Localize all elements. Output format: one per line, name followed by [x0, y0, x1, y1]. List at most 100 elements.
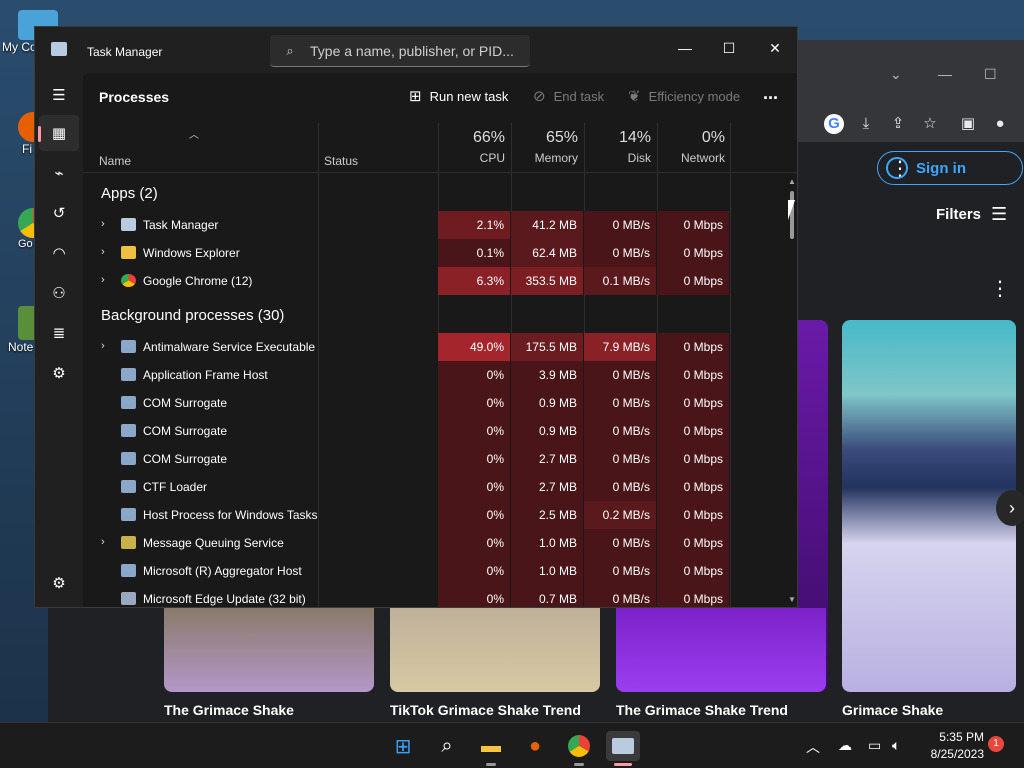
- volume-icon[interactable]: 🔈︎: [892, 737, 900, 754]
- nav-services-icon[interactable]: ⚙: [39, 355, 79, 391]
- nav-startup-apps-icon[interactable]: ◠: [39, 235, 79, 271]
- task-manager-taskbar-icon[interactable]: [606, 731, 640, 761]
- video-title[interactable]: The Grimace Shake: [164, 702, 294, 718]
- cpu-cell: 0%: [438, 361, 510, 389]
- scroll-up-arrow-icon[interactable]: ▲: [788, 177, 796, 186]
- end-task-button[interactable]: ⊘ End task: [533, 87, 604, 105]
- memory-cell: 1.0 MB: [511, 557, 583, 585]
- vertical-scrollbar[interactable]: ▲ ▼: [785, 173, 797, 607]
- video-thumbnail[interactable]: [616, 608, 826, 692]
- file-explorer-icon[interactable]: ▬: [476, 731, 506, 761]
- app-window-icon: [121, 368, 136, 381]
- column-header-status[interactable]: Status: [324, 154, 358, 168]
- process-list: Apps (2) › Task Manager 2.1% 41.2 MB 0 M…: [83, 173, 783, 607]
- video-thumbnail[interactable]: [164, 608, 374, 692]
- chevron-right-icon[interactable]: ›: [101, 340, 105, 352]
- efficiency-mode-button[interactable]: ❦ Efficiency mode: [628, 87, 740, 105]
- nav-app-history-icon[interactable]: ↺: [39, 195, 79, 231]
- video-thumbnail[interactable]: [842, 320, 1016, 692]
- nav-processes-icon[interactable]: ▦: [38, 115, 79, 151]
- window-title: Task Manager: [87, 45, 163, 59]
- column-header-memory[interactable]: 65% Memory: [523, 129, 578, 165]
- app-window-icon: [121, 480, 136, 493]
- network-icon[interactable]: ▭: [868, 737, 881, 754]
- column-header-network[interactable]: 0% Network: [663, 129, 725, 165]
- network-cell: 0 Mbps: [657, 501, 729, 529]
- memory-total-pct: 65%: [545, 129, 578, 146]
- chevron-right-icon[interactable]: ›: [101, 246, 105, 258]
- chevron-right-icon[interactable]: ›: [101, 218, 105, 230]
- table-row[interactable]: Microsoft (R) Aggregator Host 0% 1.0 MB …: [83, 557, 783, 585]
- nav-performance-icon[interactable]: ⌁: [39, 155, 79, 191]
- table-row[interactable]: COM Surrogate 0% 0.9 MB 0 MB/s 0 Mbps: [83, 389, 783, 417]
- search-input[interactable]: [310, 42, 520, 59]
- maximize-button[interactable]: ☐: [706, 33, 752, 63]
- sign-in-button[interactable]: Sign in: [877, 151, 1023, 185]
- video-title[interactable]: Grimace Shake: [842, 702, 943, 718]
- maximize-icon[interactable]: ☐: [984, 66, 997, 83]
- table-row[interactable]: Application Frame Host 0% 3.9 MB 0 MB/s …: [83, 361, 783, 389]
- process-name: Microsoft (R) Aggregator Host: [143, 564, 302, 578]
- process-name: Antimalware Service Executable: [143, 340, 316, 354]
- disk-cell: 0.2 MB/s: [584, 501, 656, 529]
- close-button[interactable]: ✕: [752, 33, 797, 63]
- scroll-down-arrow-icon[interactable]: ▼: [788, 595, 796, 604]
- column-header-name[interactable]: Name: [99, 154, 131, 168]
- chevron-right-icon[interactable]: ›: [101, 536, 105, 548]
- filters-label: Filters: [936, 206, 982, 223]
- disk-cell: 0 MB/s: [584, 473, 656, 501]
- notification-badge[interactable]: 1: [988, 736, 1004, 752]
- search-icon[interactable]: ⌕: [432, 731, 462, 761]
- table-row[interactable]: › Antimalware Service Executable 49.0% 1…: [83, 333, 783, 361]
- filters-button[interactable]: Filters ☰: [936, 204, 1007, 225]
- search-box[interactable]: ⌕: [270, 35, 530, 67]
- chrome-icon: [121, 274, 136, 287]
- more-options-icon[interactable]: ⋮: [990, 276, 1010, 301]
- chevron-up-icon[interactable]: ︿: [806, 737, 820, 757]
- table-row[interactable]: › Windows Explorer 0.1% 62.4 MB 0 MB/s 0…: [83, 239, 783, 267]
- share-icon[interactable]: ⇪: [888, 114, 908, 134]
- chrome-icon[interactable]: [564, 731, 594, 761]
- video-title[interactable]: TikTok Grimace Shake Trend: [390, 702, 581, 718]
- table-row[interactable]: COM Surrogate 0% 0.9 MB 0 MB/s 0 Mbps: [83, 417, 783, 445]
- table-row[interactable]: › Message Queuing Service 0% 1.0 MB 0 MB…: [83, 529, 783, 557]
- table-row[interactable]: COM Surrogate 0% 2.7 MB 0 MB/s 0 Mbps: [83, 445, 783, 473]
- table-row[interactable]: › Google Chrome (12) 6.3% 353.5 MB 0.1 M…: [83, 267, 783, 295]
- chevron-right-icon[interactable]: ›: [101, 274, 105, 286]
- table-row[interactable]: › Task Manager 2.1% 41.2 MB 0 MB/s 0 Mbp…: [83, 211, 783, 239]
- bookmark-star-icon[interactable]: ☆: [920, 114, 940, 134]
- google-icon[interactable]: G: [824, 114, 844, 134]
- cpu-cell: 0%: [438, 417, 510, 445]
- more-options-button[interactable]: ...: [763, 83, 778, 104]
- table-row[interactable]: Microsoft Edge Update (32 bit) 0% 0.7 MB…: [83, 585, 783, 607]
- onedrive-cloud-icon[interactable]: ☁: [838, 737, 852, 754]
- run-new-task-button[interactable]: ⊞ Run new task: [409, 87, 508, 105]
- nav-users-icon[interactable]: ⚇: [39, 275, 79, 311]
- minimize-icon[interactable]: —: [938, 66, 952, 82]
- download-icon[interactable]: ⤓: [856, 114, 876, 134]
- nav-details-icon[interactable]: ≣: [39, 315, 79, 351]
- firefox-icon[interactable]: ●: [520, 731, 550, 761]
- video-thumbnail[interactable]: [390, 608, 600, 692]
- clock[interactable]: 5:35 PM 8/25/2023: [920, 729, 984, 763]
- network-cell: 0 Mbps: [657, 211, 729, 239]
- table-row[interactable]: Host Process for Windows Tasks 0% 2.5 MB…: [83, 501, 783, 529]
- disk-cell: 0 MB/s: [584, 211, 656, 239]
- network-cell: 0 Mbps: [657, 389, 729, 417]
- hamburger-menu-icon[interactable]: ☰: [39, 77, 79, 113]
- side-panel-icon[interactable]: ▣: [958, 114, 978, 134]
- page-title: Processes: [99, 89, 170, 105]
- process-name: Windows Explorer: [143, 246, 240, 260]
- cpu-cell: 0.1%: [438, 239, 510, 267]
- start-windows-icon[interactable]: ⊞: [388, 731, 418, 761]
- column-header-disk[interactable]: 14% Disk: [597, 129, 651, 165]
- video-title[interactable]: The Grimace Shake Trend: [616, 702, 788, 718]
- chevron-right-icon[interactable]: ›: [996, 490, 1024, 526]
- table-row[interactable]: CTF Loader 0% 2.7 MB 0 MB/s 0 Mbps: [83, 473, 783, 501]
- chevron-down-icon[interactable]: ⌄: [890, 66, 902, 83]
- minimize-button[interactable]: —: [662, 33, 708, 63]
- clock-time: 5:35 PM: [939, 730, 984, 744]
- column-header-cpu[interactable]: 66% CPU: [451, 129, 505, 165]
- nav-settings-icon[interactable]: ⚙: [39, 565, 79, 601]
- profile-icon[interactable]: ●: [990, 114, 1010, 134]
